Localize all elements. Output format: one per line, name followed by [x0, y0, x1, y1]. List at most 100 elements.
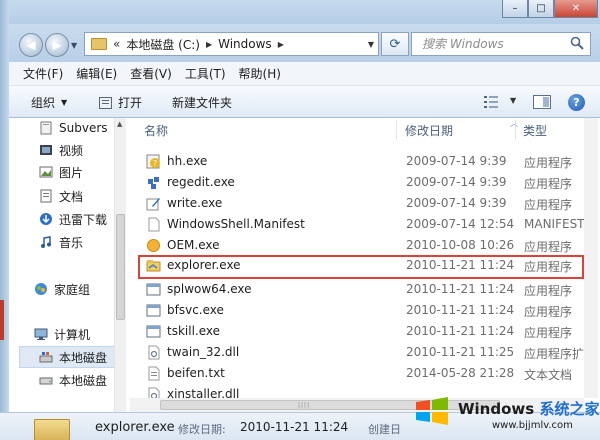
nav-item-thunder-downloads[interactable]: 迅雷下载 — [39, 210, 107, 228]
app-window-icon — [146, 325, 161, 338]
maximize-button[interactable]: □ — [528, 0, 554, 18]
file-type: 应用程序 — [524, 156, 573, 170]
organize-label: 组织 — [31, 96, 56, 110]
help-icon: ? — [573, 96, 580, 109]
text-file-icon — [148, 366, 160, 381]
address-bar[interactable]: « 本地磁盘 (C:) ▶ Windows ▶ ▼ — [84, 32, 379, 56]
table-row[interactable]: regedit.exe 2009-07-14 9:39 应用程序 — [138, 172, 584, 193]
file-name: OEM.exe — [167, 238, 220, 252]
file-name: hh.exe — [167, 154, 208, 168]
navigation-scrollbar[interactable]: ▲ — [114, 118, 126, 412]
organize-button[interactable]: 组织 ▼ — [31, 94, 67, 111]
app-window-icon — [146, 283, 161, 296]
preview-pane-icon[interactable] — [533, 95, 551, 109]
table-row-partial[interactable] — [138, 132, 584, 144]
table-row[interactable]: twain_32.dll 2010-11-21 11:25 应用程序扩 — [138, 342, 584, 363]
oem-icon — [147, 239, 160, 252]
file-list: 名称 ︿ 修改日期 类型 ? hh.exe 2009-07-14 9:39 应用… — [130, 118, 600, 412]
table-row[interactable]: write.exe 2009-07-14 9:39 应用程序 — [138, 193, 584, 214]
table-row[interactable]: ? hh.exe 2009-07-14 9:39 应用程序 — [138, 151, 584, 172]
address-toolbar: ◀ ▶ ▼ « 本地磁盘 (C:) ▶ Windows ▶ ▼ ⟳ — [9, 24, 600, 62]
menu-tools[interactable]: 工具(T) — [185, 65, 226, 82]
table-row[interactable]: WindowsShell.Manifest 2009-07-14 12:54 M… — [138, 214, 585, 235]
file-name: twain_32.dll — [167, 345, 240, 359]
pictures-library-icon — [39, 166, 53, 178]
forward-button[interactable]: ▶ — [45, 33, 69, 57]
refresh-icon: ⟳ — [389, 36, 401, 52]
open-window-icon — [99, 96, 112, 109]
back-button[interactable]: ◀ — [19, 33, 43, 57]
computer-icon — [34, 328, 48, 340]
file-date: 2010-10-08 10:26 — [406, 238, 515, 252]
help-button[interactable]: ? — [568, 94, 585, 111]
forward-arrow-icon: ▶ — [52, 38, 62, 52]
menu-edit[interactable]: 编辑(E) — [76, 65, 117, 82]
details-created-label: 创建日 — [368, 423, 401, 436]
open-button[interactable]: 打开 — [99, 94, 142, 111]
breadcrumb-overflow[interactable]: « — [113, 37, 120, 51]
address-dropdown-icon[interactable]: ▼ — [368, 40, 374, 49]
refresh-button[interactable]: ⟳ — [381, 32, 409, 56]
breadcrumb-local-disk[interactable]: 本地磁盘 (C:) — [126, 36, 200, 53]
table-row[interactable]: OEM.exe 2010-10-08 10:26 应用程序 — [138, 235, 584, 256]
view-dropdown-icon[interactable]: ▼ — [510, 96, 516, 105]
scroll-up-icon[interactable]: ▲ — [117, 120, 122, 128]
file-name: write.exe — [167, 196, 223, 210]
file-list-vertical-scrollbar[interactable] — [584, 118, 598, 398]
nav-item-computer[interactable]: 计算机 — [34, 325, 90, 343]
file-date: 2010-11-21 11:24 — [406, 258, 515, 272]
file-type: 应用程序扩 — [524, 347, 585, 361]
details-file-name: explorer.exe — [95, 420, 175, 435]
help-icon: ? — [146, 154, 160, 169]
search-box[interactable] — [411, 32, 591, 56]
view-options-icon[interactable] — [483, 95, 499, 109]
table-row[interactable]: bfsvc.exe 2010-11-21 11:24 应用程序 — [138, 300, 584, 321]
desktop-edge-mark — [0, 300, 4, 340]
file-type: 应用程序 — [524, 305, 573, 319]
thunder-download-icon — [40, 213, 52, 225]
command-bar: 组织 ▼ 打开 新建文件夹 ▼ ? — [9, 86, 600, 118]
nav-item-local-disk-d[interactable]: 本地磁盘 — [39, 371, 107, 389]
file-name: bfsvc.exe — [167, 303, 224, 317]
menu-view[interactable]: 查看(V) — [130, 65, 172, 82]
recent-pages-dropdown-icon[interactable]: ▼ — [71, 41, 77, 50]
table-row-highlighted[interactable]: explorer.exe 2010-11-21 11:24 应用程序 — [138, 255, 584, 279]
breadcrumb-chevron-icon[interactable]: ▶ — [206, 40, 212, 49]
table-row[interactable]: tskill.exe 2010-11-21 11:24 应用程序 — [138, 321, 584, 342]
nav-item-label: 图片 — [59, 165, 84, 180]
table-row[interactable]: splwow64.exe 2010-11-21 11:24 应用程序 — [138, 279, 584, 300]
library-icon — [40, 121, 52, 135]
nav-item-homegroup[interactable]: 家庭组 — [34, 280, 90, 298]
breadcrumb-chevron-icon[interactable]: ▶ — [278, 40, 284, 49]
file-date: 2010-11-21 11:25 — [406, 345, 515, 359]
navigation-scroll-thumb[interactable] — [116, 214, 125, 320]
file-date: 2009-07-14 9:39 — [406, 154, 507, 168]
window-controls: – □ ✕ — [502, 0, 598, 18]
search-icon[interactable] — [570, 36, 584, 50]
explorer-icon — [146, 260, 161, 272]
close-button[interactable]: ✕ — [554, 0, 598, 18]
menu-file[interactable]: 文件(F) — [23, 65, 63, 82]
nav-item-label: 本地磁盘 — [59, 350, 108, 365]
breadcrumb-windows[interactable]: Windows — [218, 37, 272, 51]
watermark-brand: Windows 系统之家 — [458, 398, 599, 419]
file-icon — [148, 217, 160, 232]
homegroup-icon — [35, 283, 47, 295]
menu-help[interactable]: 帮助(H) — [239, 65, 281, 82]
file-type: 应用程序 — [524, 284, 573, 298]
nav-item-music[interactable]: 音乐 — [39, 233, 83, 251]
nav-item-local-disk-c[interactable]: 本地磁盘 — [39, 348, 107, 366]
file-type: MANIFEST — [524, 217, 585, 231]
nav-item-subversion[interactable]: Subvers — [39, 119, 108, 137]
minimize-button[interactable]: – — [502, 0, 528, 18]
file-type: 应用程序 — [524, 260, 573, 274]
folder-icon — [91, 38, 107, 50]
new-folder-button[interactable]: 新建文件夹 — [172, 94, 232, 111]
music-library-icon — [41, 236, 51, 248]
table-row[interactable]: beifen.txt 2014-05-28 21:28 文本文档 — [138, 363, 584, 384]
system-drive-icon — [39, 352, 53, 363]
nav-item-documents[interactable]: 文档 — [39, 187, 83, 205]
nav-item-videos[interactable]: 视频 — [39, 141, 83, 159]
search-input[interactable] — [422, 34, 542, 54]
nav-item-pictures[interactable]: 图片 — [39, 163, 83, 181]
